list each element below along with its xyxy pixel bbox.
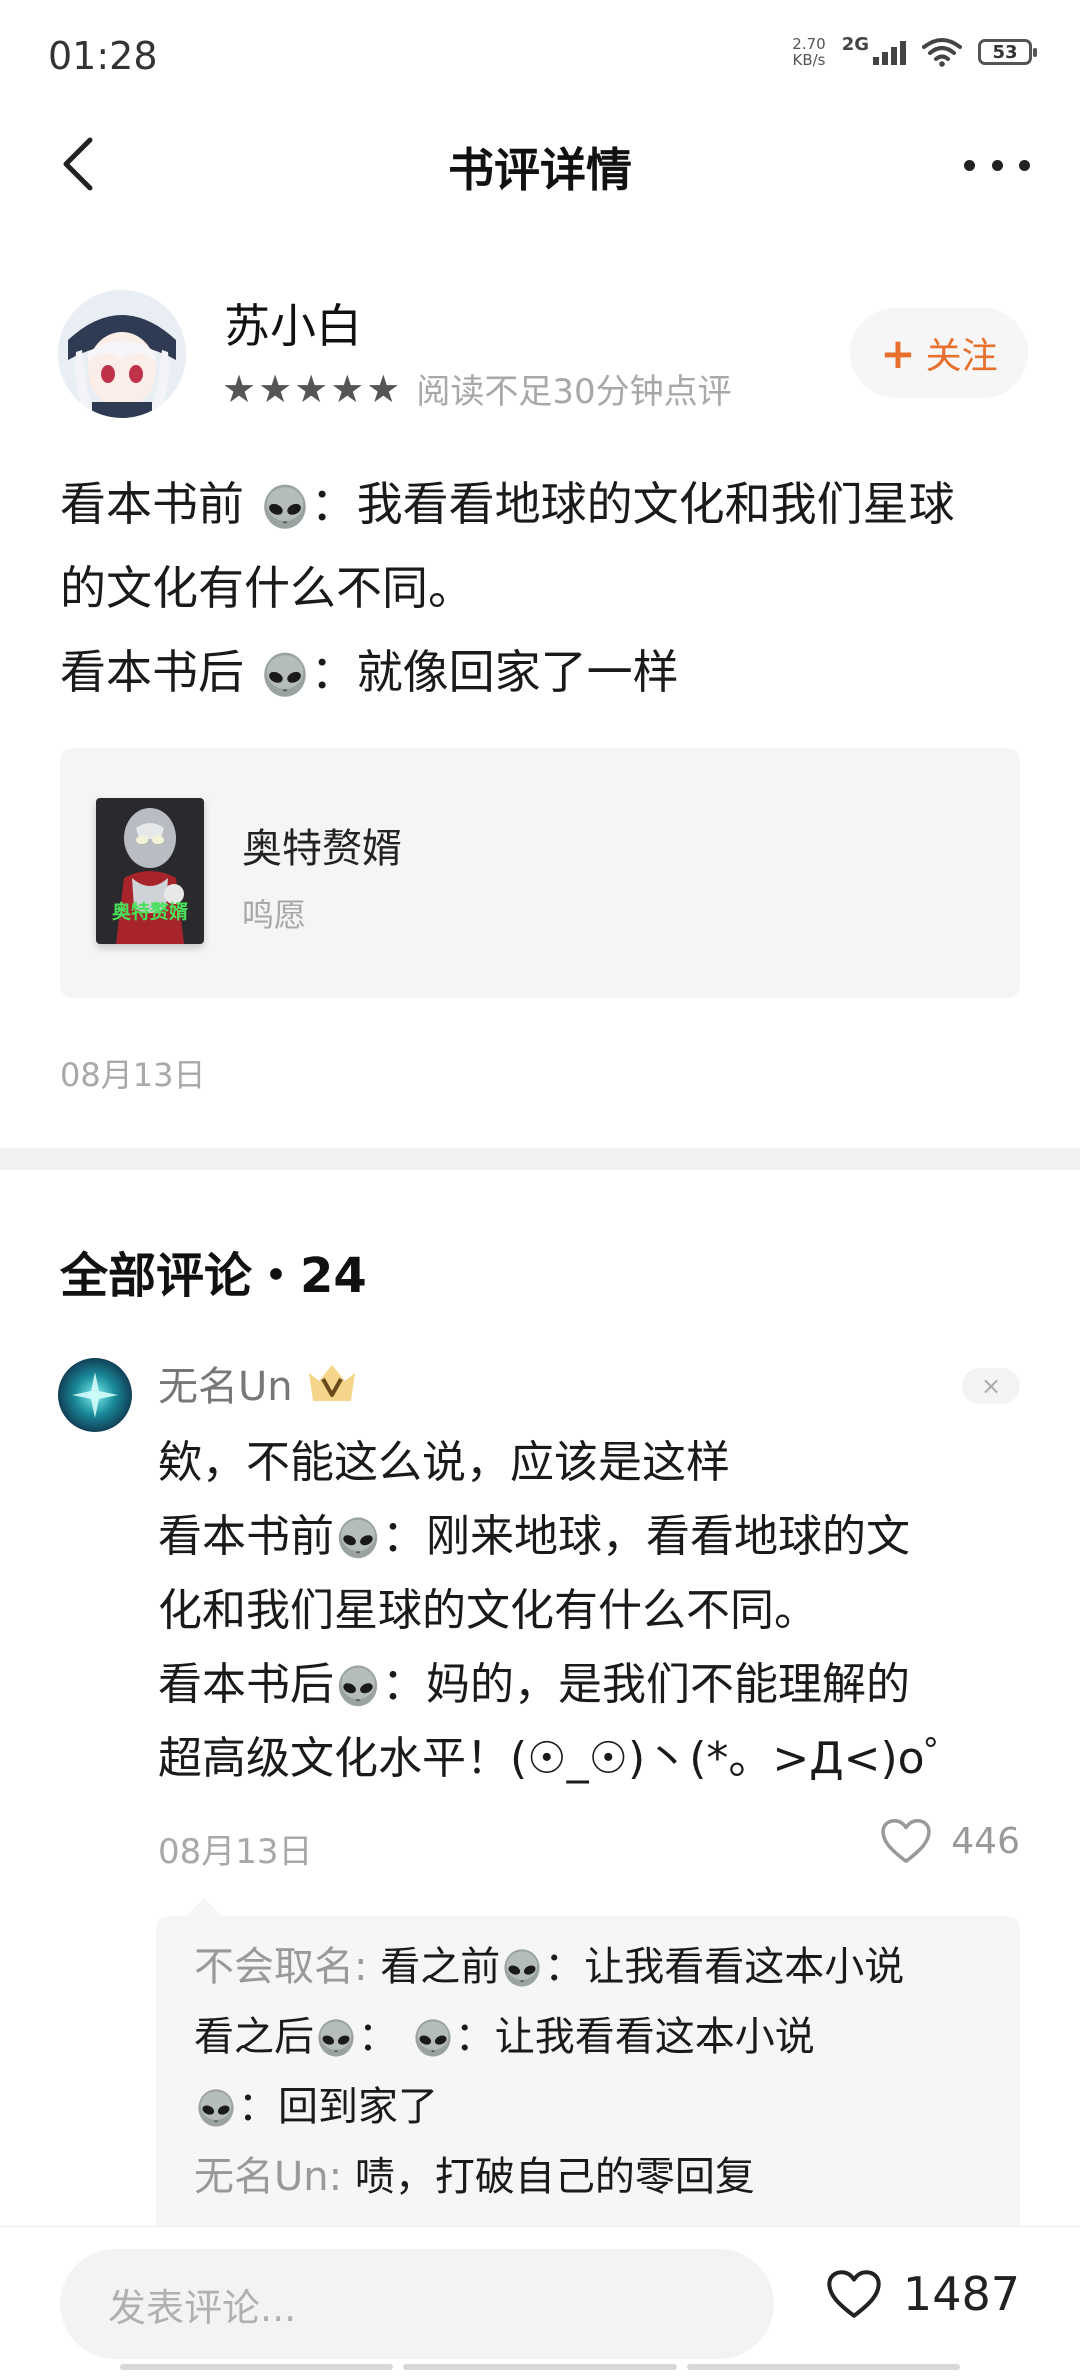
comment-line: 欸，不能这么说，应该是这样 — [158, 1437, 730, 1488]
reply-line: ：回到家了 — [194, 2072, 1014, 2142]
network-speed-value: 2.70 — [792, 35, 826, 53]
alien-emoji-icon — [194, 2087, 238, 2131]
comment-line: 化和我们星球的文化有什么不同。 — [158, 1585, 818, 1636]
alien-emoji-icon — [259, 650, 311, 702]
comment-like-button[interactable]: 446 — [879, 1816, 1020, 1866]
book-author: 鸣愿 — [242, 896, 307, 934]
network-speed: 2.70 KB/s — [792, 36, 825, 68]
follow-button[interactable]: + 关注 — [850, 308, 1028, 398]
home-indicator — [120, 2364, 960, 2370]
review-line: 看本书后 ：就像回家了一样 — [60, 630, 1020, 714]
comment-line: 超高级文化水平！(☉_☉)丶(*。>Д<)o゜ — [158, 1733, 969, 1784]
battery-icon: 53 — [978, 39, 1037, 65]
crown-v-badge-icon — [308, 1365, 355, 1401]
svg-text:奥特赘婿: 奥特赘婿 — [112, 900, 189, 923]
like-button[interactable]: 1487 — [825, 2267, 1020, 2321]
reviewer-header: 苏小白 ★★★★★ 阅读不足30分钟点评 + 关注 — [58, 290, 1028, 420]
status-bar: 01:28 2.70 KB/s 2G 53 — [0, 0, 1080, 110]
alien-emoji-icon — [314, 2017, 358, 2061]
comment-line: 看本书前 ：刚来地球，看看地球的文 — [158, 1511, 910, 1563]
cell-signal-icon: 2G — [842, 34, 906, 65]
review-text: 看本书前 ：我看看地球的文化和我们星球 的文化有什么不同。 看本书后 ：就像回家… — [60, 462, 1020, 714]
bottom-bar: 发表评论... 1487 — [0, 2226, 1080, 2376]
reply-line: 不会取名: 看之前 ：让我看看这本小说 — [194, 1944, 905, 1991]
alien-emoji-icon — [334, 1663, 382, 1711]
star-rating: ★★★★★ — [222, 366, 403, 411]
review-date: 08月13日 — [60, 1056, 206, 1094]
book-title[interactable]: 奥特赘婿 — [242, 816, 402, 874]
heart-outline-icon — [827, 2270, 881, 2318]
reply-line: 看之后： ：让我看看这本小说 — [194, 2014, 815, 2061]
comment-date: 08月13日 — [158, 1832, 313, 1872]
comment-line: 看本书后 ：妈的，是我们不能理解的 — [158, 1659, 910, 1711]
rating-row: ★★★★★ 阅读不足30分钟点评 — [222, 364, 732, 413]
review-line: 看本书前 ：我看看地球的文化和我们星球 — [60, 462, 1020, 546]
network-speed-unit: KB/s — [792, 51, 826, 69]
follow-label: 关注 — [925, 336, 998, 377]
reviewer-name[interactable]: 苏小白 — [224, 290, 362, 356]
avatar[interactable] — [58, 290, 186, 418]
reply-line: 无名Un: 啧，打破自己的零回复 — [194, 2154, 755, 2200]
signal-bars — [873, 39, 906, 65]
close-icon[interactable]: × — [962, 1368, 1020, 1404]
book-cover[interactable]: 奥特赘婿 — [96, 798, 204, 944]
review-line: 的文化有什么不同。 — [60, 561, 474, 615]
status-time: 01:28 — [48, 34, 158, 78]
wifi-icon — [922, 38, 962, 67]
commenter-avatar[interactable] — [58, 1358, 132, 1432]
comment-like-count: 446 — [951, 1820, 1020, 1862]
more-dots-icon[interactable] — [964, 140, 1030, 190]
commenter-name-row: 无名Un — [158, 1354, 359, 1412]
replies-text: 不会取名: 看之前 ：让我看看这本小说 看之后： ：让我看看这本小说 ：回到家了 … — [194, 1932, 1014, 2212]
alien-emoji-icon — [259, 482, 311, 534]
status-indicators: 2.70 KB/s 2G 53 — [792, 34, 1037, 68]
book-card[interactable]: 奥特赘婿 奥特赘婿 鸣愿 — [60, 748, 1020, 998]
commenter-name[interactable]: 无名Un — [158, 1354, 293, 1412]
alien-emoji-icon — [500, 1947, 544, 1991]
signal-type-label: 2G — [841, 34, 869, 55]
plus-icon: + — [880, 328, 916, 378]
comments-heading: 全部评论・24 — [60, 1248, 367, 1304]
rating-note: 阅读不足30分钟点评 — [416, 372, 732, 412]
comment-input[interactable]: 发表评论... — [60, 2249, 774, 2359]
like-count: 1487 — [902, 2267, 1020, 2321]
replies-box[interactable]: 不会取名: 看之前 ：让我看看这本小说 看之后： ：让我看看这本小说 ：回到家了 … — [156, 1898, 1020, 2236]
section-divider — [0, 1148, 1080, 1170]
alien-emoji-icon — [334, 1515, 382, 1563]
navigation-bar: 书评详情 — [0, 110, 1080, 222]
heart-outline-icon — [879, 1816, 933, 1866]
alien-emoji-icon — [411, 2017, 455, 2061]
page-title: 书评详情 — [448, 143, 632, 197]
comment-text: 欸，不能这么说，应该是这样 看本书前 ：刚来地球，看看地球的文 化和我们星球的文化… — [158, 1426, 1038, 1796]
